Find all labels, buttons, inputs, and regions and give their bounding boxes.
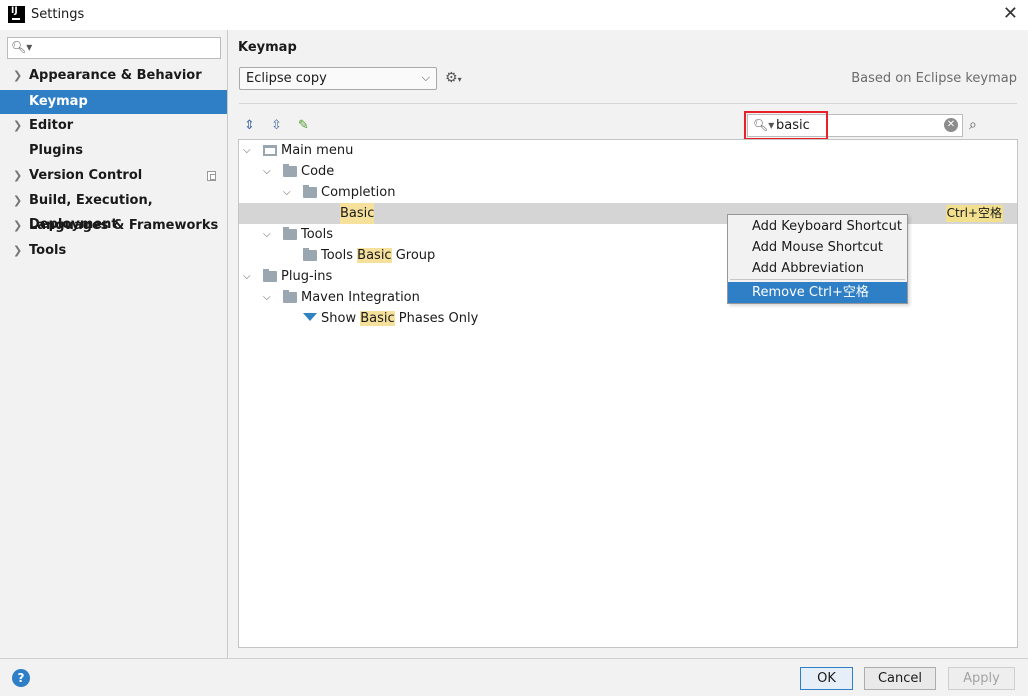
search-match-highlight: Basic xyxy=(357,248,392,263)
tree-row-label: Maven Integration xyxy=(301,290,420,305)
tree-row-label: Basic xyxy=(340,203,375,224)
divider xyxy=(239,103,1017,104)
close-icon[interactable]: ✕ xyxy=(1003,4,1018,24)
tree-row-code[interactable]: ⌵ Code xyxy=(239,161,1017,182)
shortcut-badge: Ctrl+空格 xyxy=(945,205,1003,222)
collapse-all-icon[interactable]: ⇳ xyxy=(271,118,282,133)
keymap-dropdown-value: Eclipse copy xyxy=(246,71,327,86)
clear-icon[interactable]: ✕ xyxy=(944,118,958,132)
chevron-right-icon: ❯ xyxy=(13,169,23,182)
tree-row-label: Code xyxy=(301,164,335,179)
sidebar-item-build-execution-deployment[interactable]: ❯ Build, Execution, Deployment xyxy=(0,189,227,232)
based-on-label: Based on Eclipse keymap xyxy=(851,71,1017,86)
sidebar-item-label: Version Control xyxy=(29,168,143,183)
expand-all-icon[interactable]: ⇕ xyxy=(244,118,255,133)
apply-button[interactable]: Apply xyxy=(948,667,1015,690)
sidebar-item-tools[interactable]: ❯ Tools xyxy=(0,239,227,263)
tree-row-label: Show Basic Phases Only xyxy=(321,308,478,329)
menu-item-remove-shortcut[interactable]: Remove Ctrl+空格 xyxy=(728,282,907,303)
label-part: Tools xyxy=(321,248,358,263)
chevron-down-icon: ⌵ xyxy=(421,71,430,84)
pencil-icon[interactable]: ✎ xyxy=(298,118,309,133)
dialog-footer: ? OK Cancel Apply xyxy=(0,658,1028,696)
keymap-panel: Keymap Eclipse copy ⌵ ⚙▾ Based on Eclips… xyxy=(228,30,1028,658)
filter-icon xyxy=(303,313,317,324)
chevron-right-icon: ❯ xyxy=(13,119,23,132)
sidebar-search-input[interactable]: 🔍︎▾ xyxy=(7,37,221,59)
search-match-highlight: Basic xyxy=(360,311,395,326)
chevron-down-icon[interactable]: ⌵ xyxy=(283,182,291,203)
chevron-right-icon: ❯ xyxy=(13,69,23,82)
menu-item-add-abbreviation[interactable]: Add Abbreviation xyxy=(728,258,907,279)
keymap-dropdown[interactable]: Eclipse copy ⌵ xyxy=(239,67,437,90)
chevron-down-icon[interactable]: ⌵ xyxy=(263,287,271,308)
folder-icon xyxy=(303,248,317,261)
sidebar-item-label: Keymap xyxy=(29,94,88,109)
chevron-down-icon[interactable]: ⌵ xyxy=(243,266,251,287)
folder-icon xyxy=(283,164,297,177)
annotation-highlight-box xyxy=(744,111,828,140)
sidebar-item-label: Plugins xyxy=(29,143,83,158)
sidebar-item-editor[interactable]: ❯ Editor xyxy=(0,114,227,138)
gear-icon[interactable]: ⚙▾ xyxy=(445,70,462,86)
folder-icon xyxy=(283,227,297,240)
intellij-app-icon xyxy=(8,6,25,23)
tree-row-main-menu[interactable]: ⌵ Main menu xyxy=(239,140,1017,161)
search-icon: 🔍︎▾ xyxy=(11,40,33,54)
label-part: Group xyxy=(391,248,436,263)
sidebar-item-version-control[interactable]: ❯ Version Control xyxy=(0,164,227,188)
sidebar-item-label: Editor xyxy=(29,118,74,133)
chevron-down-icon[interactable]: ⌵ xyxy=(263,161,271,182)
tree-row-label: Completion xyxy=(321,185,396,200)
folder-icon xyxy=(283,290,297,303)
chevron-right-icon: ❯ xyxy=(13,194,23,207)
tree-row-label: Tools xyxy=(301,227,334,242)
sidebar-item-languages-frameworks[interactable]: ❯ Languages & Frameworks xyxy=(0,214,227,238)
folder-icon xyxy=(303,185,317,198)
chevron-down-icon[interactable]: ⌵ xyxy=(243,140,251,161)
label-part: Show xyxy=(321,311,361,326)
cancel-button[interactable]: Cancel xyxy=(864,667,936,690)
menu-separator xyxy=(730,279,905,280)
menu-item-add-mouse-shortcut[interactable]: Add Mouse Shortcut xyxy=(728,237,907,258)
menu-icon xyxy=(263,145,277,156)
sidebar-item-label: Tools xyxy=(29,243,67,258)
sidebar-item-appearance-behavior[interactable]: ❯ Appearance & Behavior xyxy=(0,64,227,88)
project-settings-icon xyxy=(207,171,216,181)
label-part: Phases Only xyxy=(394,311,479,326)
help-icon[interactable]: ? xyxy=(12,669,30,687)
tree-row-label: Main menu xyxy=(281,143,354,158)
page-title: Keymap xyxy=(238,40,297,55)
context-menu: Add Keyboard Shortcut Add Mouse Shortcut… xyxy=(727,214,908,304)
chevron-right-icon: ❯ xyxy=(13,244,23,257)
settings-sidebar: 🔍︎▾ ❯ Appearance & Behavior Keymap ❯ Edi… xyxy=(0,30,227,658)
sidebar-item-label: Appearance & Behavior xyxy=(29,68,202,83)
sidebar-item-label: Languages & Frameworks xyxy=(29,218,219,233)
folder-icon xyxy=(263,269,277,282)
sidebar-item-keymap[interactable]: Keymap xyxy=(0,90,227,114)
chevron-right-icon: ❯ xyxy=(13,219,23,232)
menu-item-add-keyboard-shortcut[interactable]: Add Keyboard Shortcut xyxy=(728,216,907,237)
chevron-down-icon[interactable]: ⌵ xyxy=(263,224,271,245)
tree-row-completion[interactable]: ⌵ Completion xyxy=(239,182,1017,203)
window-title: Settings xyxy=(31,7,85,22)
find-by-shortcut-icon[interactable]: ⌕ xyxy=(969,117,977,133)
ok-button[interactable]: OK xyxy=(800,667,853,690)
sidebar-item-plugins[interactable]: Plugins xyxy=(0,139,227,163)
tree-row-label: Tools Basic Group xyxy=(321,245,435,266)
tree-row-label: Plug-ins xyxy=(281,269,333,284)
tree-row-show-basic-phases-only[interactable]: Show Basic Phases Only xyxy=(239,308,1017,329)
title-bar: Settings ✕ xyxy=(0,0,1028,30)
